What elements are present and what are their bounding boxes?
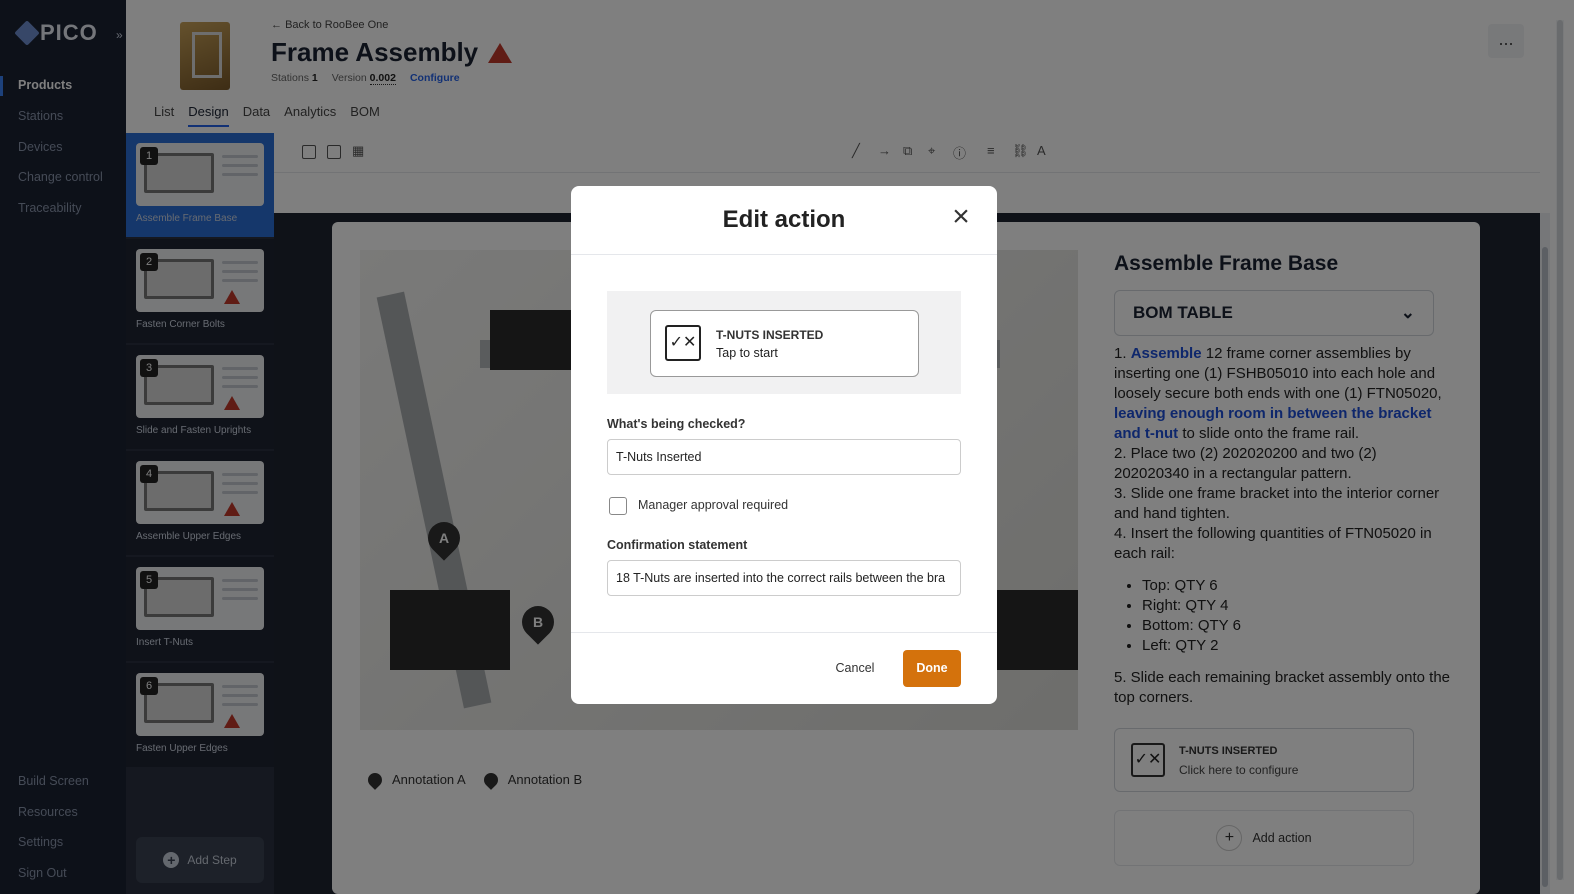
preview-title: T-NUTS INSERTED	[716, 328, 824, 342]
confirmation-label: Confirmation statement	[607, 538, 748, 552]
action-preview-card[interactable]: ✓✕ T-NUTS INSERTED Tap to start	[650, 310, 919, 377]
manager-approval-checkbox[interactable]	[609, 497, 627, 515]
cancel-button[interactable]: Cancel	[827, 650, 883, 686]
done-button[interactable]: Done	[903, 650, 961, 687]
checked-field-label: What's being checked?	[607, 417, 746, 431]
check-x-icon: ✓✕	[665, 325, 701, 361]
checked-field-input[interactable]	[607, 439, 961, 475]
divider	[571, 254, 997, 255]
action-preview: ✓✕ T-NUTS INSERTED Tap to start	[607, 291, 961, 394]
close-icon[interactable]: ×	[947, 202, 975, 232]
preview-subtitle: Tap to start	[716, 346, 778, 360]
divider	[571, 632, 997, 633]
confirmation-input[interactable]	[607, 560, 961, 596]
modal-title: Edit action	[722, 206, 846, 233]
manager-approval-label: Manager approval required	[638, 498, 789, 512]
edit-action-modal: Edit action × ✓✕ T-NUTS INSERTED Tap to …	[571, 186, 997, 704]
